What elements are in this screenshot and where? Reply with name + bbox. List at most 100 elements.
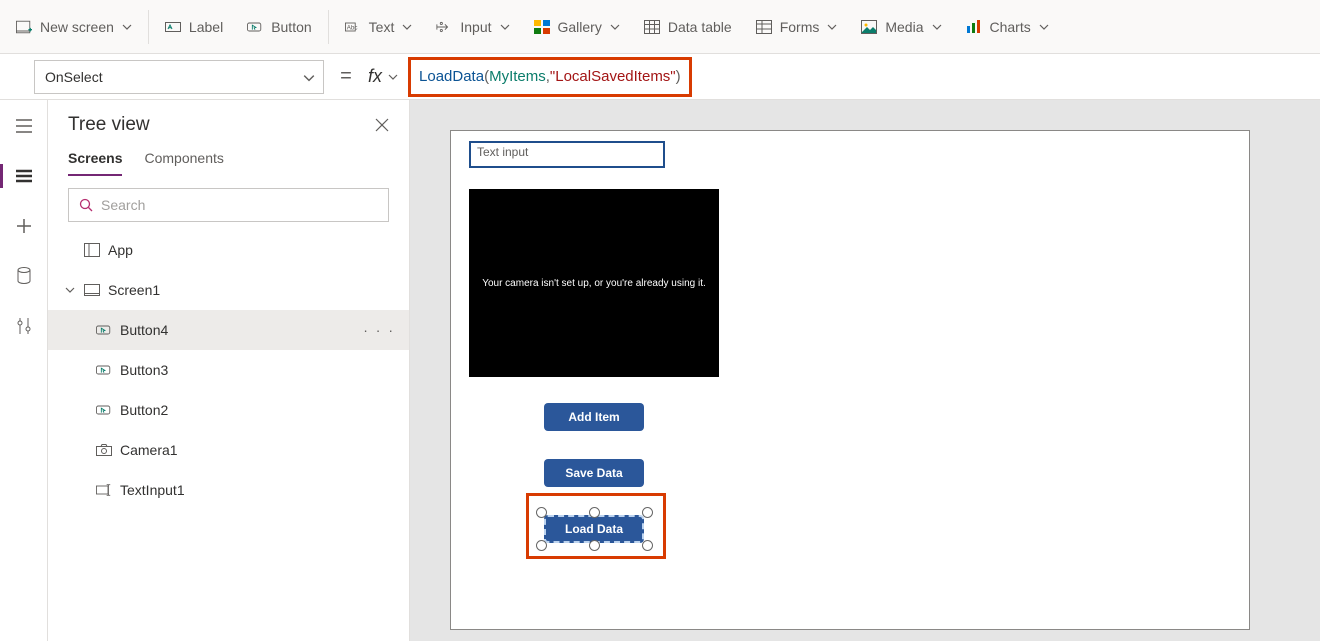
forms-label: Forms bbox=[780, 19, 820, 35]
tree-label: Button2 bbox=[120, 402, 168, 418]
insert-forms-menu[interactable]: Forms bbox=[744, 13, 850, 41]
insert-rail-button[interactable] bbox=[8, 210, 40, 242]
tree-item-button3[interactable]: Button3 bbox=[48, 350, 409, 390]
app-canvas[interactable]: Text input Your camera isn't set up, or … bbox=[450, 130, 1250, 630]
tree-label: Camera1 bbox=[120, 442, 178, 458]
chevron-down-icon bbox=[388, 72, 398, 82]
chevron-down-icon bbox=[827, 22, 837, 32]
insert-charts-menu[interactable]: Charts bbox=[954, 13, 1061, 41]
tools-rail-button[interactable] bbox=[8, 310, 40, 342]
tree-label: TextInput1 bbox=[120, 482, 185, 498]
datatable-icon bbox=[644, 19, 660, 35]
resize-handle[interactable] bbox=[642, 507, 653, 518]
canvas-add-item-button[interactable]: Add Item bbox=[544, 403, 644, 431]
formula-function: LoadData bbox=[419, 68, 484, 85]
data-rail-button[interactable] bbox=[8, 260, 40, 292]
tab-components[interactable]: Components bbox=[144, 150, 223, 176]
tree-search[interactable]: Search bbox=[68, 188, 389, 222]
button-icon bbox=[96, 322, 112, 338]
chevron-down-icon bbox=[500, 22, 510, 32]
more-button[interactable]: · · · bbox=[363, 322, 395, 338]
insert-media-menu[interactable]: Media bbox=[849, 13, 953, 41]
tree-label: Screen1 bbox=[108, 282, 160, 298]
tree-label: App bbox=[108, 242, 133, 258]
tree-item-button4[interactable]: Button4 · · · bbox=[48, 310, 409, 350]
gallery-label: Gallery bbox=[558, 19, 602, 35]
resize-handle[interactable] bbox=[536, 507, 547, 518]
command-bar: New screen Label Button Abc Text Input G… bbox=[0, 0, 1320, 54]
insert-gallery-menu[interactable]: Gallery bbox=[522, 13, 632, 41]
left-rail bbox=[0, 100, 48, 641]
resize-handle[interactable] bbox=[589, 540, 600, 551]
text-input-placeholder: Text input bbox=[477, 145, 528, 159]
equals-sign: = bbox=[324, 65, 368, 88]
canvas-save-data-button[interactable]: Save Data bbox=[544, 459, 644, 487]
separator bbox=[328, 10, 329, 44]
tree-view-rail-button[interactable] bbox=[8, 160, 40, 192]
tree-item-textinput1[interactable]: TextInput1 bbox=[48, 470, 409, 510]
screen-icon bbox=[84, 282, 100, 298]
canvas-text-input[interactable]: Text input bbox=[469, 141, 665, 168]
fx-label: fx bbox=[368, 66, 382, 87]
formula-arg2: "LocalSavedItems" bbox=[550, 68, 676, 85]
insert-datatable[interactable]: Data table bbox=[632, 13, 744, 41]
hamburger-button[interactable] bbox=[8, 110, 40, 142]
paren-close: ) bbox=[676, 68, 681, 85]
button-icon bbox=[96, 362, 112, 378]
tree-item-button2[interactable]: Button2 bbox=[48, 390, 409, 430]
media-label: Media bbox=[885, 19, 923, 35]
camera-message: Your camera isn't set up, or you're alre… bbox=[482, 278, 706, 289]
separator bbox=[148, 10, 149, 44]
insert-input-menu[interactable]: Input bbox=[424, 13, 521, 41]
tree-item-screen1[interactable]: Screen1 bbox=[48, 270, 409, 310]
canvas-area[interactable]: Text input Your camera isn't set up, or … bbox=[410, 100, 1320, 641]
app-icon bbox=[84, 242, 100, 258]
tree-view-title: Tree view bbox=[68, 114, 150, 136]
tree-view-panel: Tree view Screens Components Search App bbox=[48, 100, 410, 641]
canvas-camera[interactable]: Your camera isn't set up, or you're alre… bbox=[469, 189, 719, 377]
button-label: Load Data bbox=[565, 522, 623, 536]
chevron-down-icon bbox=[303, 72, 313, 82]
resize-handle[interactable] bbox=[589, 507, 600, 518]
tree-label: Button4 bbox=[120, 322, 168, 338]
resize-handle[interactable] bbox=[536, 540, 547, 551]
insert-text-menu[interactable]: Abc Text bbox=[333, 13, 425, 41]
text-icon: Abc bbox=[345, 19, 361, 35]
chevron-down-icon bbox=[402, 22, 412, 32]
close-panel-button[interactable] bbox=[375, 118, 389, 132]
main-area: Tree view Screens Components Search App bbox=[0, 100, 1320, 641]
button-icon bbox=[247, 19, 263, 35]
insert-label[interactable]: Label bbox=[153, 13, 235, 41]
charts-icon bbox=[966, 19, 982, 35]
tab-screens[interactable]: Screens bbox=[68, 150, 122, 176]
search-placeholder: Search bbox=[101, 197, 145, 213]
search-icon bbox=[79, 198, 93, 212]
camera-icon bbox=[96, 442, 112, 458]
fx-button[interactable]: fx bbox=[368, 66, 404, 87]
new-screen-icon bbox=[16, 19, 32, 35]
tree-label: Button3 bbox=[120, 362, 168, 378]
property-dropdown[interactable]: OnSelect bbox=[34, 60, 324, 94]
formula-arg1: MyItems bbox=[489, 68, 546, 85]
tree-item-camera1[interactable]: Camera1 bbox=[48, 430, 409, 470]
tree-item-app[interactable]: App bbox=[48, 230, 409, 270]
formula-input[interactable]: LoadData( MyItems, "LocalSavedItems" ) bbox=[404, 54, 1320, 99]
chevron-down-icon bbox=[122, 22, 132, 32]
label-label: Label bbox=[189, 19, 223, 35]
tree-tabs: Screens Components bbox=[48, 140, 409, 176]
button-label: Add Item bbox=[568, 410, 619, 424]
charts-label: Charts bbox=[990, 19, 1031, 35]
chevron-down-icon bbox=[610, 22, 620, 32]
chevron-down-icon bbox=[932, 22, 942, 32]
textinput-icon bbox=[96, 482, 112, 498]
forms-icon bbox=[756, 19, 772, 35]
canvas-load-data-button[interactable]: Load Data bbox=[544, 515, 644, 543]
new-screen-menu[interactable]: New screen bbox=[4, 13, 144, 41]
button-label: Button bbox=[271, 19, 311, 35]
chevron-down-icon bbox=[64, 285, 76, 295]
button-label: Save Data bbox=[565, 466, 622, 480]
input-icon bbox=[436, 19, 452, 35]
insert-button[interactable]: Button bbox=[235, 13, 323, 41]
media-icon bbox=[861, 19, 877, 35]
resize-handle[interactable] bbox=[642, 540, 653, 551]
